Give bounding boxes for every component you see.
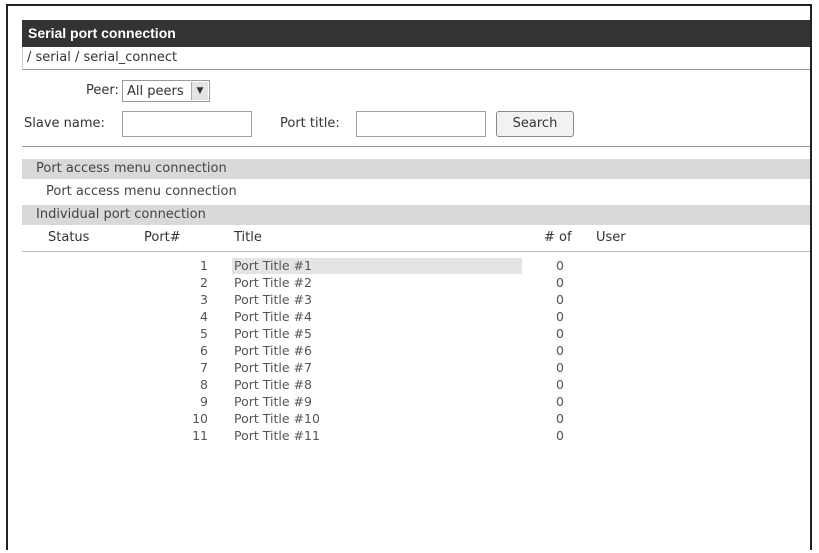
- table-row[interactable]: 10 Port Title #10 0: [22, 411, 810, 428]
- peer-select-value: All peers: [127, 84, 184, 99]
- port-title-link[interactable]: Port Title #11: [234, 428, 320, 443]
- port-title-link[interactable]: Port Title #10: [234, 411, 320, 426]
- connection-count: 0: [556, 360, 564, 375]
- port-number: 3: [200, 292, 208, 307]
- connection-count: 0: [556, 428, 564, 443]
- connection-count: 0: [556, 377, 564, 392]
- port-access-section-header: Port access menu connection: [22, 159, 810, 179]
- connection-count: 0: [556, 326, 564, 341]
- table-row[interactable]: 7 Port Title #7 0: [22, 360, 810, 377]
- peer-label: Peer:: [86, 83, 119, 98]
- table-header: Status Port# Title # of User: [22, 225, 810, 252]
- connection-count: 0: [556, 258, 564, 273]
- slave-name-input[interactable]: [122, 111, 252, 137]
- port-number: 11: [192, 428, 208, 443]
- table-row[interactable]: 9 Port Title #9 0: [22, 394, 810, 411]
- port-number: 1: [200, 258, 208, 273]
- port-number: 5: [200, 326, 208, 341]
- port-number: 2: [200, 275, 208, 290]
- breadcrumb[interactable]: / serial / serial_connect: [22, 47, 810, 70]
- connection-count: 0: [556, 309, 564, 324]
- port-table-body: 1 Port Title #1 0 2 Port Title #2 0 3 Port Titl…: [22, 258, 810, 445]
- user-column-header: User: [596, 230, 626, 245]
- port-title-link[interactable]: Port Title #8: [234, 377, 312, 392]
- port-title-link[interactable]: Port Title #6: [234, 343, 312, 358]
- table-row[interactable]: 1 Port Title #1 0: [22, 258, 810, 275]
- port-number: 7: [200, 360, 208, 375]
- port-number: 10: [192, 411, 208, 426]
- port-title-link[interactable]: Port Title #9: [234, 394, 312, 409]
- port-title-input[interactable]: [356, 111, 486, 137]
- port-column-header: Port#: [144, 230, 181, 245]
- connection-count: 0: [556, 343, 564, 358]
- port-title-link[interactable]: Port Title #4: [234, 309, 312, 324]
- connection-count: 0: [556, 292, 564, 307]
- table-row[interactable]: 5 Port Title #5 0: [22, 326, 810, 343]
- port-title-link[interactable]: Port Title #2: [234, 275, 312, 290]
- peer-select[interactable]: All peers ▼: [122, 80, 210, 102]
- slave-name-label: Slave name:: [24, 116, 105, 131]
- connection-count: 0: [556, 394, 564, 409]
- port-title-link[interactable]: Port Title #7: [234, 360, 312, 375]
- port-number: 4: [200, 309, 208, 324]
- port-title-link[interactable]: Port Title #5: [234, 326, 312, 341]
- port-title-label: Port title:: [280, 116, 340, 131]
- port-number: 9: [200, 394, 208, 409]
- count-column-header: # of: [544, 230, 572, 245]
- individual-port-section-header: Individual port connection: [22, 205, 810, 225]
- content-area: Serial port connection / serial / serial…: [22, 20, 810, 550]
- table-row[interactable]: 3 Port Title #3 0: [22, 292, 810, 309]
- port-title-link[interactable]: Port Title #1: [234, 258, 312, 273]
- port-number: 6: [200, 343, 208, 358]
- page-title: Serial port connection: [22, 20, 810, 47]
- port-number: 8: [200, 377, 208, 392]
- connection-count: 0: [556, 275, 564, 290]
- status-column-header: Status: [48, 230, 90, 245]
- chevron-down-icon[interactable]: ▼: [191, 82, 208, 100]
- port-title-link[interactable]: Port Title #3: [234, 292, 312, 307]
- table-row[interactable]: 6 Port Title #6 0: [22, 343, 810, 360]
- title-column-header: Title: [234, 230, 262, 245]
- table-row[interactable]: 4 Port Title #4 0: [22, 309, 810, 326]
- port-access-menu-link[interactable]: Port access menu connection: [22, 179, 810, 205]
- search-form: Peer: All peers ▼ Slave name: Port title…: [22, 70, 810, 147]
- table-row[interactable]: 11 Port Title #11 0: [22, 428, 810, 445]
- search-button[interactable]: Search: [496, 111, 574, 137]
- connection-count: 0: [556, 411, 564, 426]
- page-frame: Serial port connection / serial / serial…: [6, 4, 812, 550]
- table-row[interactable]: 2 Port Title #2 0: [22, 275, 810, 292]
- table-row[interactable]: 8 Port Title #8 0: [22, 377, 810, 394]
